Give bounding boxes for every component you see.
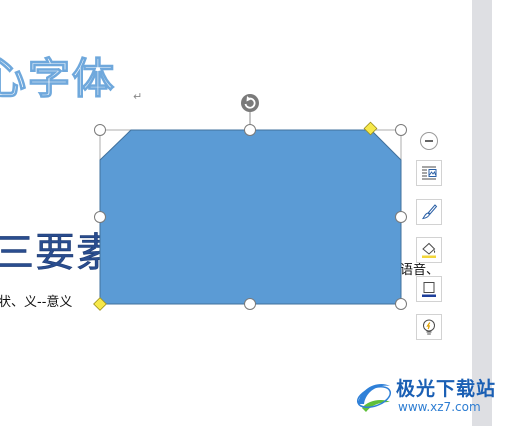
shape-outline-button[interactable] xyxy=(416,276,442,302)
rotate-handle[interactable] xyxy=(241,94,259,112)
section-heading: 三要素 xyxy=(0,230,117,276)
fill-bucket-icon xyxy=(422,242,436,258)
outline-icon xyxy=(422,282,436,297)
shape-style-button[interactable] xyxy=(416,199,442,225)
hollow-font-title: 心字体 xyxy=(0,54,117,103)
site-watermark: 极光下载站 www.xz7.com xyxy=(352,372,508,422)
resize-handle-bottom-right[interactable] xyxy=(395,298,407,310)
snip-corner-rectangle-shape[interactable] xyxy=(99,129,402,305)
window-edge xyxy=(492,0,512,426)
watermark-name: 极光下载站 xyxy=(396,378,497,400)
resize-handle-top-right[interactable] xyxy=(395,124,407,136)
text-wrap-icon xyxy=(422,166,437,180)
resize-handle-right[interactable] xyxy=(395,211,407,223)
brush-icon xyxy=(421,204,438,220)
resize-handle-bottom[interactable] xyxy=(244,298,256,310)
resize-handle-top-left[interactable] xyxy=(94,124,106,136)
lightbulb-icon xyxy=(423,319,435,335)
resize-handle-left[interactable] xyxy=(94,211,106,223)
watermark-logo-icon xyxy=(356,384,392,412)
layout-options-button[interactable] xyxy=(416,160,442,186)
resize-handle-top[interactable] xyxy=(244,124,256,136)
vertical-scrollbar[interactable] xyxy=(472,0,492,426)
shape-fill-button[interactable] xyxy=(416,237,442,263)
collapse-toolbar-button[interactable] xyxy=(420,132,438,150)
body-text-line: 状、义--意义 xyxy=(0,295,73,310)
paragraph-mark: ↵ xyxy=(133,90,143,103)
watermark-url: www.xz7.com xyxy=(398,400,481,414)
smart-tips-button[interactable] xyxy=(416,314,442,340)
